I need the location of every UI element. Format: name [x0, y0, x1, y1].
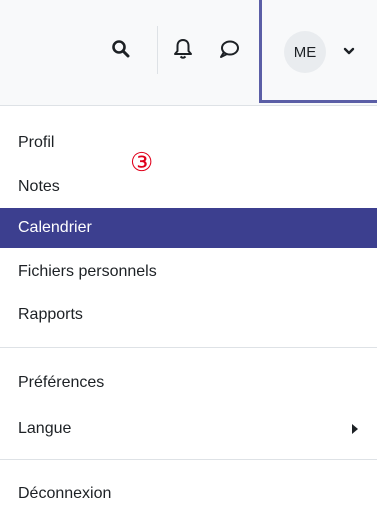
notifications-button[interactable]: [168, 34, 198, 64]
menu-item-label: Calendrier: [18, 219, 92, 236]
avatar: ME: [284, 31, 326, 73]
search-button[interactable]: [106, 34, 136, 64]
top-navbar: ME: [0, 0, 377, 106]
menu-item-language[interactable]: Langue: [0, 409, 377, 449]
menu-item-notes[interactable]: Notes: [0, 167, 377, 207]
menu-item-logout[interactable]: Déconnexion: [0, 474, 377, 514]
menu-item-label: Rapports: [18, 306, 83, 323]
menu-item-label: Fichiers personnels: [18, 263, 157, 280]
menu-item-label: Profil: [18, 134, 55, 151]
menu-item-private-files[interactable]: Fichiers personnels: [0, 252, 377, 292]
annotation-marker: ③: [130, 148, 154, 178]
menu-item-preferences[interactable]: Préférences: [0, 363, 377, 403]
menu-item-label: Déconnexion: [18, 485, 112, 502]
menu-item-reports[interactable]: Rapports: [0, 295, 377, 335]
search-icon: [112, 40, 130, 58]
menu-item-label: Préférences: [18, 374, 105, 391]
menu-divider: [0, 347, 377, 348]
user-dropdown-menu: Profil Notes Calendrier Fichiers personn…: [0, 117, 377, 514]
chat-icon: [220, 40, 239, 58]
menu-divider: [0, 459, 377, 460]
user-menu-toggle[interactable]: ME: [259, 0, 377, 103]
messages-button[interactable]: [214, 34, 244, 64]
caret-right-icon: [352, 424, 358, 434]
navbar-divider: [157, 26, 158, 74]
menu-item-label: Langue: [18, 420, 72, 437]
menu-item-label: Notes: [18, 178, 60, 195]
avatar-initials: ME: [293, 43, 317, 61]
menu-item-calendar[interactable]: Calendrier: [0, 208, 377, 248]
menu-item-profile[interactable]: Profil: [0, 123, 377, 163]
bell-icon: [174, 39, 192, 59]
chevron-down-icon: [341, 43, 357, 59]
